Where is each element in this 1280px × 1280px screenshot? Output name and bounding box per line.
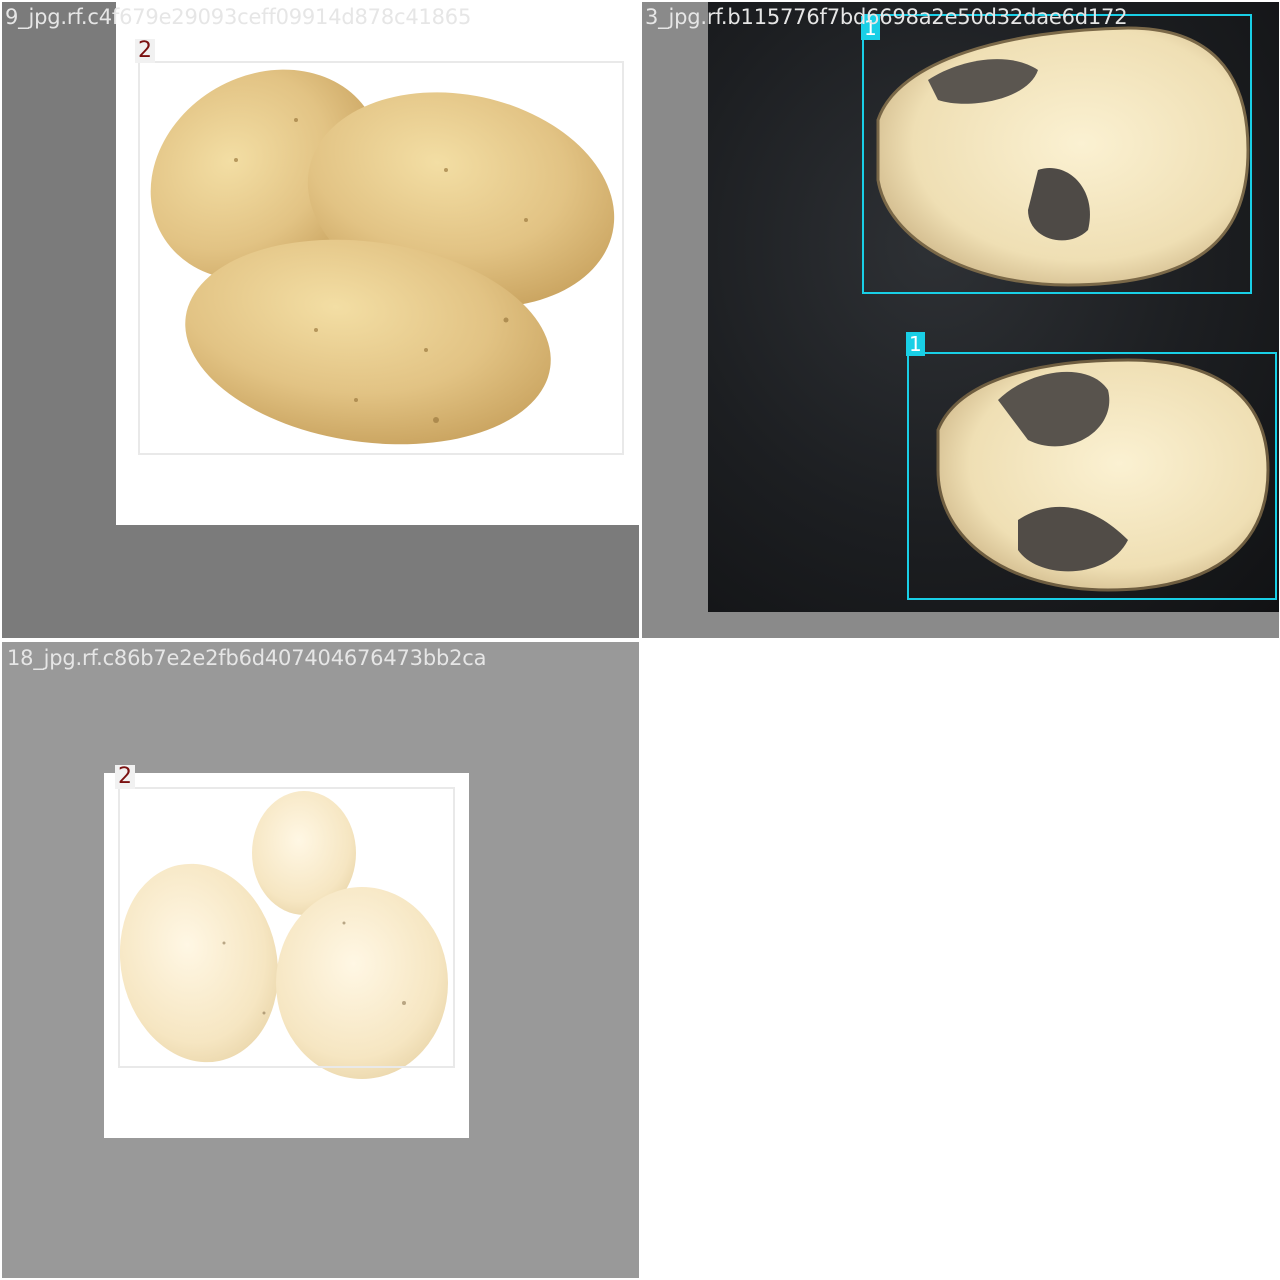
mosaic-tile-2: 1 1 3_jpg.rf.b115776f7bd6698a2e50d32dae6… bbox=[642, 2, 1279, 638]
image-filename-caption: 9_jpg.rf.c4f679e29093ceff09914d878c41865 bbox=[5, 5, 472, 29]
mosaic-tile-1: 2 9_jpg.rf.c4f679e29093ceff09914d878c418… bbox=[2, 2, 639, 638]
class-label-tag: 1 bbox=[906, 332, 925, 356]
detection-box bbox=[862, 14, 1252, 294]
detection-box bbox=[138, 61, 624, 455]
image-filename-caption: 18_jpg.rf.c86b7e2e2fb6d407404676473bb2ca bbox=[7, 646, 487, 670]
class-label-tag: 2 bbox=[135, 39, 155, 63]
empty-mosaic-slot bbox=[642, 642, 1279, 1278]
mosaic-tile-3: 2 18_jpg.rf.c86b7e2e2fb6d407404676473bb2… bbox=[2, 642, 639, 1278]
detection-box bbox=[118, 787, 455, 1068]
detection-box bbox=[907, 352, 1277, 600]
image-filename-caption: 3_jpg.rf.b115776f7bd6698a2e50d32dae6d172 bbox=[645, 5, 1128, 29]
class-label-tag: 2 bbox=[115, 765, 135, 789]
